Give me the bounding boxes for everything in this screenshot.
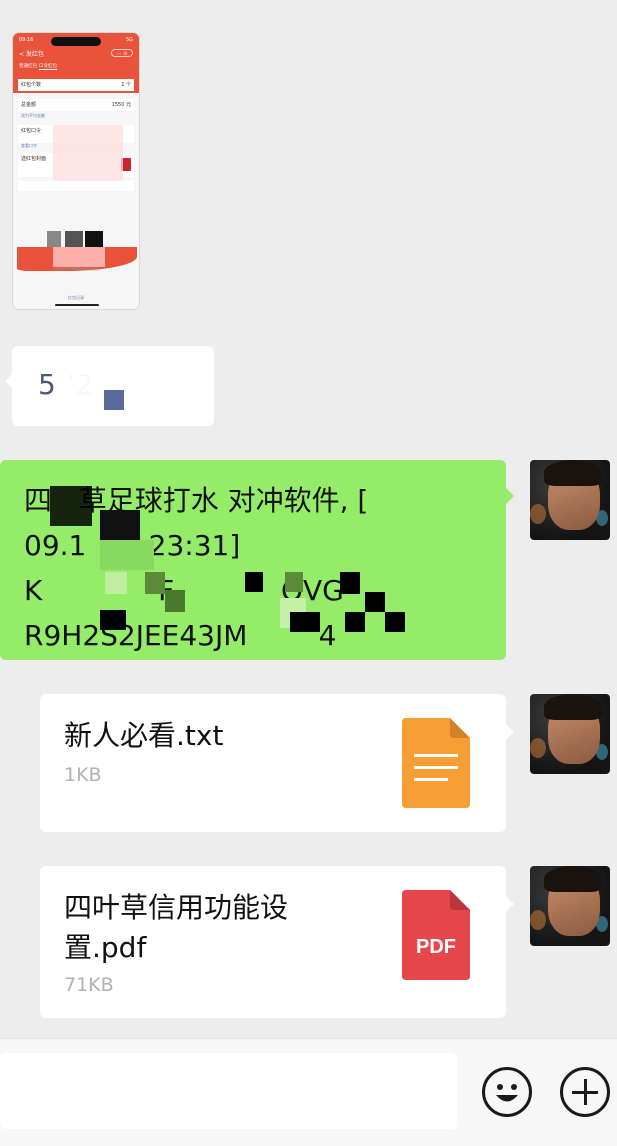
- sent-code-text: 四 草足球打水 对冲软件, [ 09.1 23:31] K F QVG R9H2…: [24, 484, 369, 652]
- thumbnail-command-label: 红包口令: [21, 128, 42, 134]
- emoji-button[interactable]: [482, 1067, 532, 1117]
- mosaic-8: [285, 572, 303, 592]
- thumbnail-count-value: 1 个: [121, 82, 131, 88]
- thumbnail-count-row: 红包个数 1 个: [18, 79, 134, 91]
- chat-input-bar: [0, 1038, 617, 1146]
- txt-file-icon: [402, 718, 470, 808]
- more-actions-button[interactable]: [560, 1067, 610, 1117]
- sent-code-bubble[interactable]: 四 草足球打水 对冲软件, [ 09.1 23:31] K F QVG R9H2…: [0, 460, 514, 660]
- mosaic-14: [345, 612, 365, 632]
- mosaic-3: [100, 540, 154, 570]
- mosaic-12: [100, 610, 126, 630]
- avatar-light: [530, 504, 546, 524]
- thumbnail-clock: 09:16: [19, 37, 34, 43]
- mosaic-2: [100, 510, 140, 540]
- mosaic-9: [340, 572, 360, 594]
- pdf-file-icon: PDF: [402, 890, 470, 980]
- self-avatar[interactable]: [530, 460, 610, 540]
- thumbnail-status: 5G: [125, 37, 133, 43]
- file-name: 新人必看.txt: [64, 719, 224, 752]
- thumbnail-tip: 24小时内未被领取将退回: [53, 266, 99, 271]
- thumbnail-footer-link: 红包记录: [68, 295, 84, 300]
- mosaic-13: [290, 612, 320, 632]
- thumbnail-total-value: 1550 元: [111, 102, 131, 108]
- file-message-pdf[interactable]: 四叶草信用功能设置.pdf 71KB PDF: [40, 866, 514, 1018]
- mosaic-7: [245, 572, 263, 592]
- mosaic-5: [145, 572, 165, 594]
- emoji-icon: [496, 1084, 518, 1102]
- file-size: 1KB: [64, 764, 102, 786]
- thumbnail-dynamic-island: [51, 37, 101, 46]
- thumbnail-tab-command: 口令红包: [39, 64, 57, 70]
- mosaic-block: [104, 390, 124, 410]
- mosaic-1: [50, 486, 92, 526]
- image-message-thumbnail[interactable]: 09:16 5G < 发红包 ··· ⊙ 普通红包 口令红包 红包个数 1 个 …: [12, 32, 140, 310]
- thumbnail-avg-link: 改为平均金额: [21, 113, 45, 118]
- file-size: 71KB: [64, 974, 114, 996]
- thumbnail-back-label: < 发红包: [19, 51, 44, 58]
- avatar-hair: [544, 866, 602, 892]
- self-avatar[interactable]: [530, 866, 610, 946]
- thumbnail-cover-label: 选红包封面: [21, 156, 47, 162]
- thumbnail-mosaic-pink: [53, 125, 123, 185]
- avatar-light: [530, 910, 546, 930]
- thumbnail-count-label: 红包个数: [21, 82, 42, 88]
- thumbnail-tab-normal: 普通红包: [19, 64, 37, 69]
- thumbnail-capsule: ··· ⊙: [111, 49, 133, 57]
- avatar-hair: [544, 460, 602, 486]
- file-message-txt[interactable]: 新人必看.txt 1KB: [40, 694, 514, 832]
- thumbnail-sample-row: [18, 181, 134, 191]
- thumbnail-command-link: 查看口令: [21, 143, 37, 148]
- plus-icon: [572, 1079, 598, 1105]
- thumbnail-mosaic-amount: [53, 247, 105, 267]
- mosaic-6: [165, 590, 185, 612]
- file-name: 四叶草信用功能设置.pdf: [64, 891, 289, 964]
- mosaic-10: [365, 592, 385, 612]
- avatar-hair: [544, 694, 602, 720]
- mosaic-15: [385, 612, 405, 632]
- avatar-light: [530, 738, 546, 758]
- thumbnail-total-label: 总金额: [21, 102, 37, 108]
- self-avatar[interactable]: [530, 694, 610, 774]
- received-text-bubble[interactable]: 5 '2: [5, 346, 214, 426]
- message-input[interactable]: [0, 1053, 457, 1129]
- thumbnail-total-row: 总金额 1550 元: [18, 99, 134, 111]
- mosaic-4: [105, 572, 127, 594]
- pdf-icon-label: PDF: [416, 936, 456, 958]
- thumbnail-home-indicator: [55, 304, 99, 306]
